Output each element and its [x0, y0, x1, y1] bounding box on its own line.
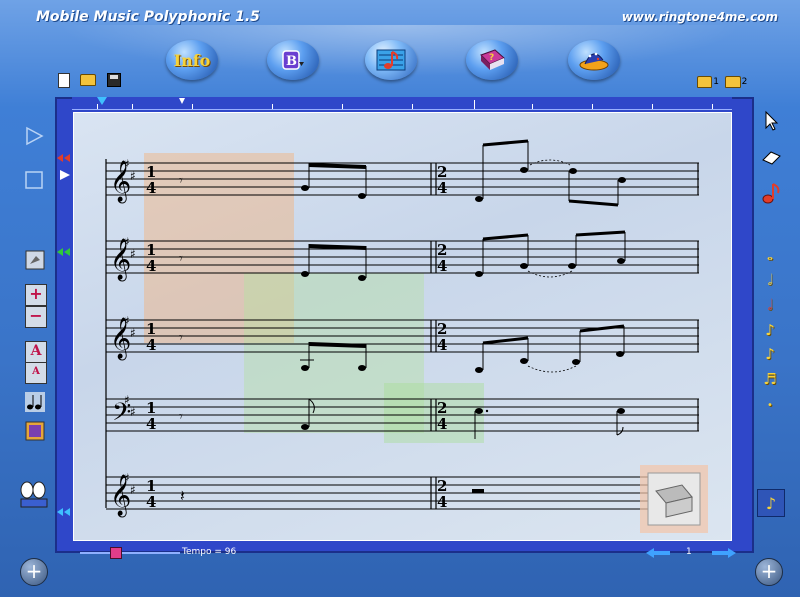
instrument-button[interactable]: B — [267, 40, 319, 80]
new-file-icon[interactable] — [56, 72, 72, 88]
track-marker-white[interactable] — [59, 169, 71, 181]
svg-text:𝄞: 𝄞 — [110, 317, 131, 360]
track-folder-2-icon[interactable]: 2 — [724, 74, 748, 90]
watermark-logo — [640, 465, 708, 533]
help-button[interactable]: ? — [466, 40, 518, 80]
svg-text:𝄞: 𝄞 — [110, 160, 131, 203]
svg-text:𝄞: 𝄞 — [110, 238, 131, 281]
zoom-in-button[interactable]: + — [25, 284, 47, 306]
font-smaller-button[interactable]: A — [25, 362, 47, 384]
add-track-left-button[interactable]: + — [20, 558, 48, 586]
track-marker-green[interactable] — [57, 247, 71, 257]
svg-text:𝄾: 𝄾 — [179, 251, 183, 267]
half-note-selected-icon[interactable]: 𝅗𝅥 — [762, 297, 778, 313]
track-folder-1-label: 1 — [713, 77, 719, 87]
svg-text:𝄞: 𝄞 — [110, 474, 131, 517]
svg-text:𝄾: 𝄾 — [179, 173, 183, 189]
pointer-icon[interactable] — [760, 110, 782, 132]
play-icon[interactable] — [24, 126, 44, 146]
save-file-icon[interactable] — [106, 72, 122, 88]
ringtone-wizard-button[interactable] — [568, 40, 620, 80]
sixteenth-note-icon[interactable]: ♬ — [762, 371, 778, 387]
app-title: Mobile Music Polyphonic 1.5 — [36, 9, 260, 25]
loop-marker[interactable] — [178, 98, 186, 106]
note-icon[interactable] — [760, 182, 782, 204]
info-button[interactable]: Info — [166, 40, 218, 80]
tempo-slider-thumb[interactable] — [110, 547, 122, 559]
open-file-icon[interactable] — [80, 72, 96, 88]
tempo-slider-track[interactable] — [80, 552, 180, 554]
instrument-select-icon[interactable] — [25, 250, 45, 270]
website-link[interactable]: www.ringtone4me.com — [622, 10, 778, 24]
svg-text:𝄾: 𝄾 — [179, 330, 183, 346]
beam-notes-icon[interactable] — [25, 392, 45, 412]
tempo-label: Tempo = 96 — [182, 547, 237, 557]
svg-text:𝄽: 𝄽 — [180, 486, 185, 505]
svg-text:𝄾: 𝄾 — [179, 409, 183, 425]
eraser-icon[interactable] — [760, 146, 782, 168]
score-notation: ♯ ♯ 1 4 2 4 𝄞 𝄞 𝄾 𝄞 𝄾 𝄞 𝄾 𝄢 𝄾 𝄞 𝄽 — [105, 139, 700, 517]
playhead-start-marker[interactable] — [96, 97, 108, 107]
dot-icon[interactable]: • — [762, 398, 778, 414]
eighth-note-icon[interactable]: ♪ — [762, 346, 778, 362]
info-label: Info — [173, 50, 211, 70]
prev-page-arrow[interactable] — [646, 548, 670, 558]
track-marker-red[interactable] — [57, 153, 71, 163]
font-larger-button[interactable]: A — [25, 341, 47, 363]
track-folder-2-label: 2 — [741, 77, 748, 87]
score-sheet[interactable]: ♯ ♯ 1 4 2 4 𝄞 𝄞 𝄾 𝄞 𝄾 𝄞 𝄾 𝄢 𝄾 𝄞 𝄽 — [73, 112, 732, 541]
wizard-hat-icon — [579, 52, 609, 71]
page-number: 1 — [686, 547, 692, 557]
whole-note-icon[interactable]: 𝅝 — [762, 247, 778, 263]
add-track-right-button[interactable]: + — [755, 558, 783, 586]
svg-text:𝄢: 𝄢 — [112, 398, 131, 433]
quarter-note-icon[interactable]: ♪ — [762, 322, 778, 338]
help-book-icon: ? — [480, 49, 505, 70]
add-note-button[interactable]: ♪ — [757, 489, 785, 517]
svg-text:B: B — [286, 54, 297, 69]
timeline-ruler[interactable] — [72, 97, 732, 110]
score-editor-button[interactable] — [365, 40, 417, 80]
title-bar: Mobile Music Polyphonic 1.5 www.ringtone… — [0, 0, 800, 34]
track-marker-cyan[interactable] — [57, 507, 71, 517]
stop-icon[interactable] — [24, 170, 44, 190]
svg-text:?: ? — [489, 53, 494, 63]
transpose-icon[interactable] — [25, 421, 45, 441]
music-note-icon — [376, 49, 406, 71]
track-folder-1-icon[interactable]: 1 — [697, 74, 719, 90]
half-note-icon[interactable]: 𝅗𝅥 — [762, 272, 778, 288]
next-page-arrow[interactable] — [712, 548, 736, 558]
zoom-out-button[interactable]: − — [25, 306, 47, 328]
mixer-icon[interactable] — [18, 480, 50, 510]
instrument-icon: B — [282, 50, 304, 70]
